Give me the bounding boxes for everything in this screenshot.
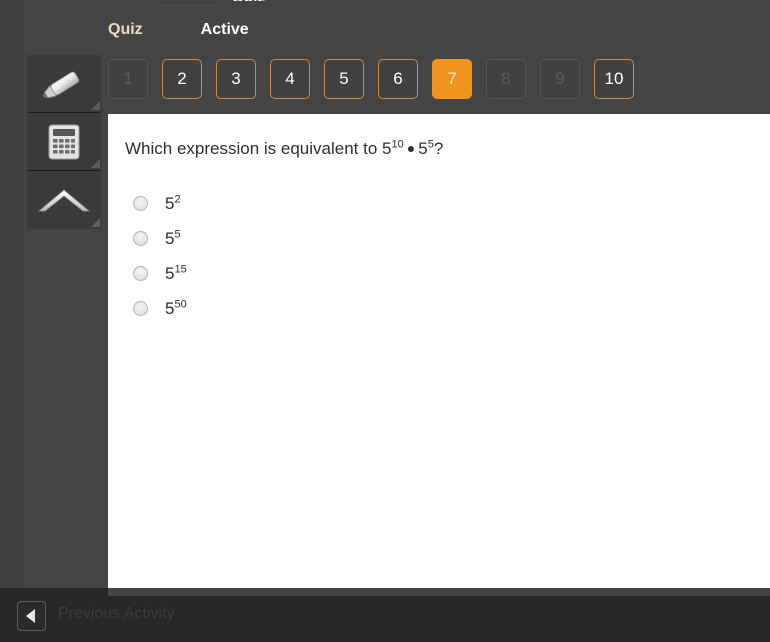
resize-corner-icon[interactable]	[91, 101, 100, 110]
highlighter-icon	[39, 66, 89, 102]
bottom-navigation-bar: Previous Activity	[0, 588, 770, 642]
tool-palette	[27, 55, 101, 229]
calculator-icon	[47, 123, 81, 161]
answer-choice-2[interactable]: 55	[133, 221, 187, 256]
question-button-7[interactable]: 7	[432, 59, 472, 99]
previous-activity-label: Previous Activity	[58, 605, 175, 622]
question-button-2[interactable]: 2	[162, 59, 202, 99]
bottom-bar-notch	[0, 588, 108, 596]
highlighter-tool-button[interactable]	[27, 55, 101, 113]
question-term2-base: 5	[418, 139, 428, 158]
left-gutter	[0, 0, 24, 596]
choice-3-exponent: 15	[174, 262, 187, 275]
tab-active[interactable]: Active	[201, 18, 249, 42]
answer-choice-list: 52 55 515 550	[133, 186, 187, 326]
previous-activity-button[interactable]	[17, 601, 46, 631]
question-button-6[interactable]: 6	[378, 59, 418, 99]
question-pager: 1 2 3 4 5 6 7 8 9 10	[108, 59, 634, 99]
answer-choice-4-label: 550	[165, 297, 187, 319]
choice-2-exponent: 5	[174, 227, 181, 240]
question-button-1: 1	[108, 59, 148, 99]
multiplication-dot: ●	[406, 140, 416, 156]
answer-choice-3-label: 515	[165, 262, 187, 284]
question-text: Which expression is equivalent to 510 ● 55…	[125, 139, 443, 159]
answer-choice-2-label: 55	[165, 227, 181, 249]
clipped-page-title: Quiz	[232, 0, 265, 1]
clipped-divider	[160, 5, 220, 6]
radio-button-1[interactable]	[133, 196, 148, 211]
calculator-tool-button[interactable]	[27, 113, 101, 171]
radio-button-3[interactable]	[133, 266, 148, 281]
tab-quiz[interactable]: Quiz	[108, 18, 143, 42]
answer-choice-1-label: 52	[165, 192, 181, 214]
answer-choice-4[interactable]: 550	[133, 291, 187, 326]
question-suffix: ?	[433, 139, 444, 158]
question-button-3[interactable]: 3	[216, 59, 256, 99]
question-button-4[interactable]: 4	[270, 59, 310, 99]
choice-4-exponent: 50	[174, 297, 187, 310]
question-prefix: Which expression is equivalent to	[125, 139, 383, 158]
question-panel: Which expression is equivalent to 510 ● 55…	[108, 114, 770, 588]
answer-choice-1[interactable]: 52	[133, 186, 187, 221]
question-term1-exponent: 10	[391, 138, 404, 151]
question-term1-base: 5	[382, 139, 392, 158]
question-button-8: 8	[486, 59, 526, 99]
protractor-tool-button[interactable]	[27, 171, 101, 229]
tab-bar: Quiz Active	[108, 18, 249, 42]
radio-button-4[interactable]	[133, 301, 148, 316]
arrow-left-icon	[26, 609, 35, 623]
resize-corner-icon[interactable]	[91, 218, 100, 227]
question-button-5[interactable]: 5	[324, 59, 364, 99]
question-button-9: 9	[540, 59, 580, 99]
answer-choice-3[interactable]: 515	[133, 256, 187, 291]
radio-button-2[interactable]	[133, 231, 148, 246]
protractor-icon	[37, 185, 91, 215]
choice-1-exponent: 2	[174, 192, 181, 205]
quiz-screen: Quiz Quiz Active 1 2 3 4 5 6 7 8 9 10	[0, 0, 770, 642]
question-button-10[interactable]: 10	[594, 59, 634, 99]
resize-corner-icon[interactable]	[91, 159, 100, 168]
